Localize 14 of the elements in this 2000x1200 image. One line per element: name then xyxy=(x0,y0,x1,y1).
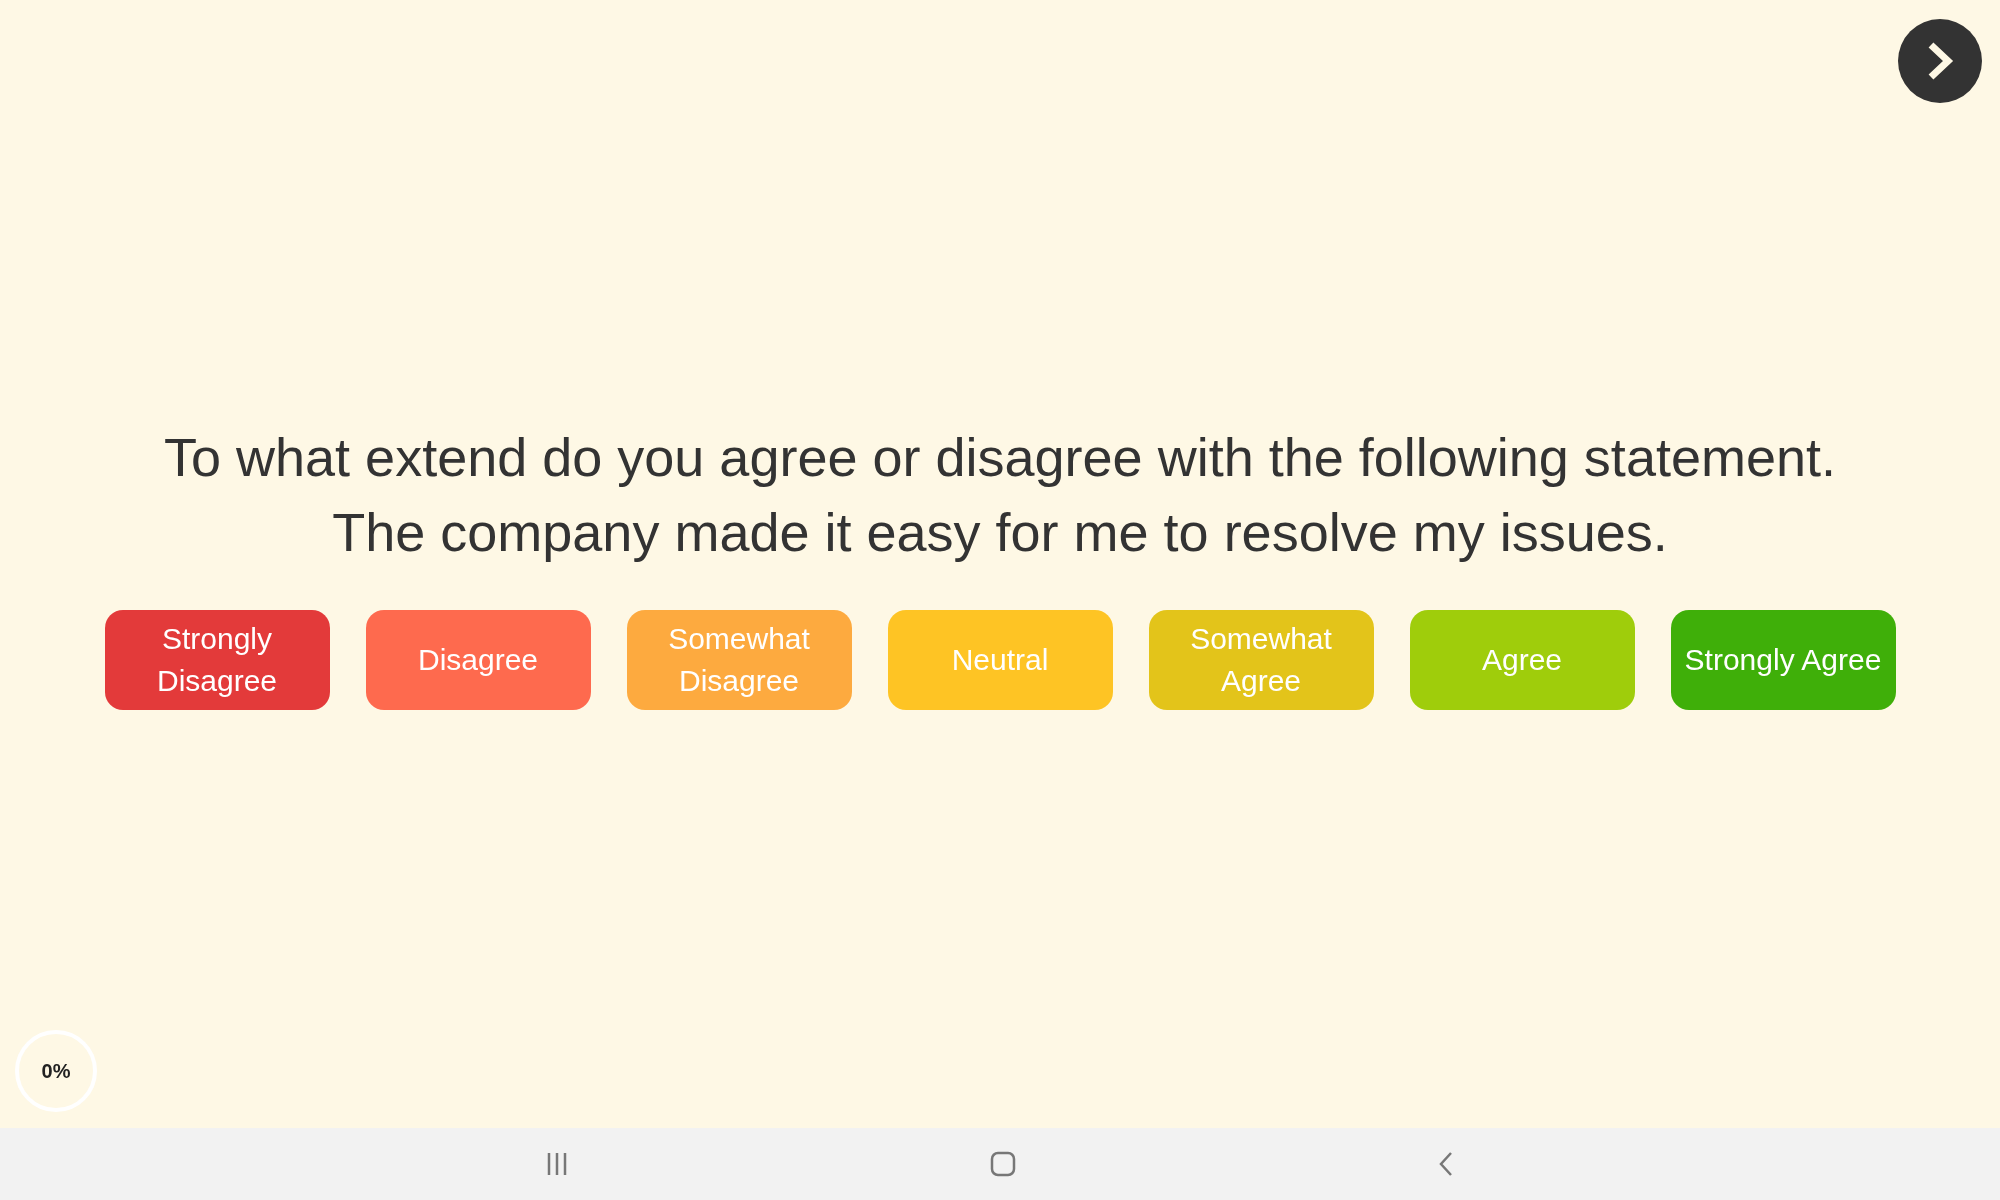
answer-button[interactable]: Strongly Agree xyxy=(1670,610,1896,710)
answer-button[interactable]: Somewhat Agree xyxy=(1148,610,1374,710)
home-icon[interactable] xyxy=(990,1151,1016,1177)
progress-percent: 0% xyxy=(41,1059,71,1084)
chevron-right-icon xyxy=(1926,41,1954,81)
answer-button[interactable]: Neutral xyxy=(887,610,1113,710)
question-text: The company made it easy for me to resolve my issues. xyxy=(332,501,1668,564)
recent-apps-icon[interactable] xyxy=(546,1152,568,1176)
answer-button[interactable]: Disagree xyxy=(365,610,591,710)
answer-button[interactable]: Agree xyxy=(1409,610,1635,710)
answer-button[interactable]: Somewhat Disagree xyxy=(626,610,852,710)
question-text: To what extend do you agree or disagree with the following statement. xyxy=(164,426,1836,489)
back-icon[interactable] xyxy=(1438,1151,1454,1177)
answer-button[interactable]: Strongly Disagree xyxy=(104,610,330,710)
